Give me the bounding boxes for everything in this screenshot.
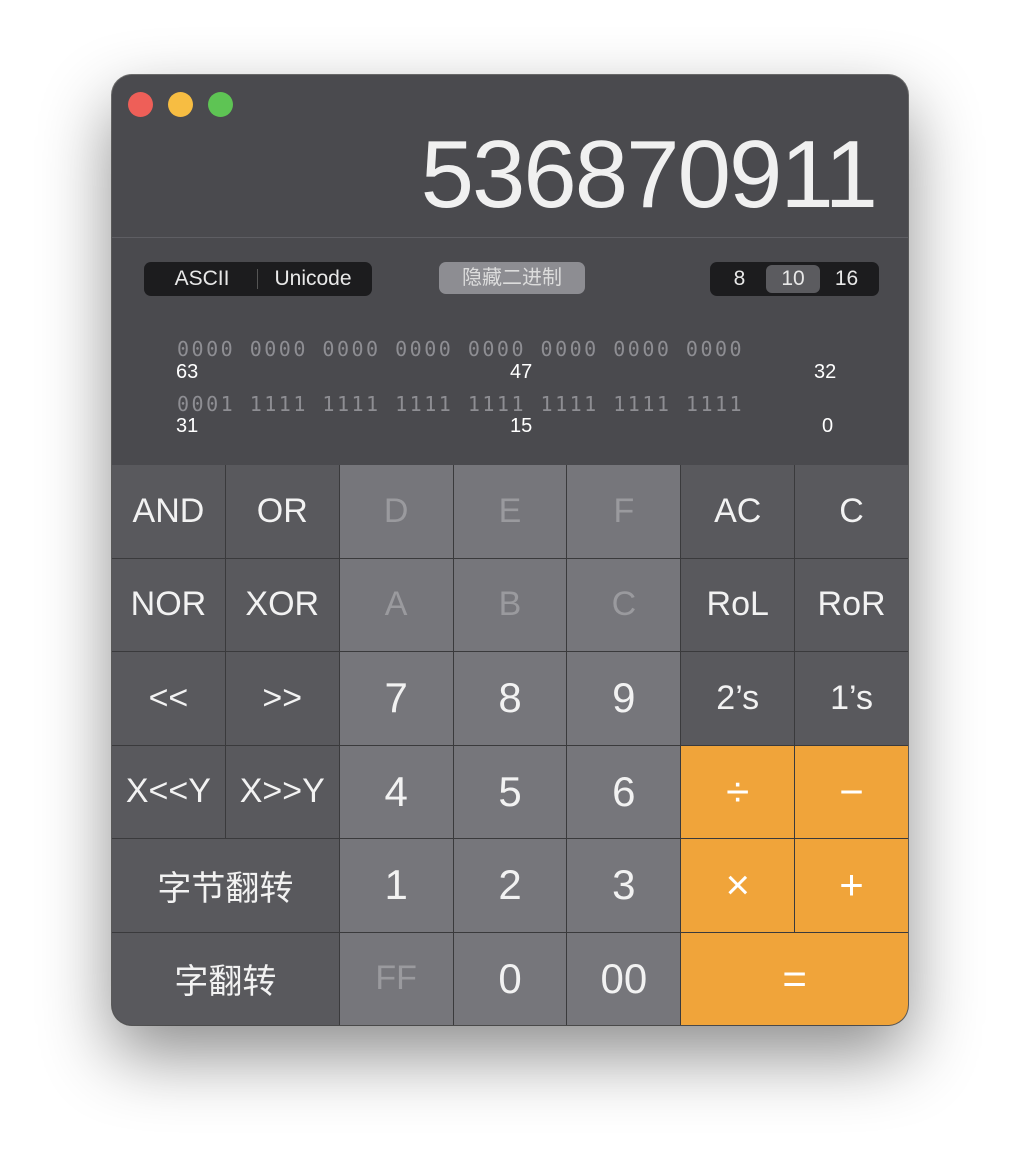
minimize-window-button[interactable] [168, 92, 193, 117]
nor-key[interactable]: NOR [112, 558, 225, 651]
base-10-option[interactable]: 10 [766, 265, 820, 293]
binary-row-low[interactable]: 0001 1111 1111 1111 1111 1111 1111 1111 [177, 392, 744, 416]
bit-label-47: 47 [510, 361, 533, 383]
digit-3-key[interactable]: 3 [567, 839, 681, 932]
ascii-option[interactable]: ASCII [147, 265, 257, 293]
double-zero-key[interactable]: 00 [567, 932, 681, 1025]
digit-7-key[interactable]: 7 [339, 652, 453, 745]
base-8-option[interactable]: 8 [713, 265, 766, 293]
shift-right-key[interactable]: >> [225, 652, 339, 745]
all-clear-key[interactable]: AC [681, 465, 795, 558]
digit-0-key[interactable]: 0 [453, 932, 567, 1025]
base-16-option[interactable]: 16 [820, 265, 873, 293]
word-flip-key[interactable]: 字翻转 [112, 932, 339, 1025]
hex-e-key[interactable]: E [453, 465, 567, 558]
bit-label-0: 0 [822, 415, 834, 437]
close-window-button[interactable] [128, 92, 153, 117]
display-divider [112, 237, 908, 238]
hex-d-key[interactable]: D [339, 465, 453, 558]
rotate-right-key[interactable]: RoR [795, 558, 908, 651]
digit-1-key[interactable]: 1 [339, 839, 453, 932]
digit-2-key[interactable]: 2 [453, 839, 567, 932]
hide-binary-button[interactable]: 隐藏二进制 [439, 262, 585, 294]
shift-left-key[interactable]: << [112, 652, 225, 745]
keypad: AND OR D E F AC C NOR XOR A B C RoL RoR … [112, 465, 908, 1025]
calculator-window: 536870911 ASCII Unicode 隐藏二进制 8 10 16 00… [112, 75, 908, 1025]
binary-row-high[interactable]: 0000 0000 0000 0000 0000 0000 0000 0000 [177, 337, 744, 361]
base-segmented-control: 8 10 16 [710, 262, 879, 296]
digit-8-key[interactable]: 8 [453, 652, 567, 745]
bit-label-31: 31 [176, 415, 199, 437]
multiply-key[interactable]: × [681, 839, 795, 932]
divide-key[interactable]: ÷ [681, 745, 795, 838]
digit-5-key[interactable]: 5 [453, 745, 567, 838]
encoding-segmented-control: ASCII Unicode [144, 262, 372, 296]
twos-complement-key[interactable]: 2’s [681, 652, 795, 745]
digit-9-key[interactable]: 9 [567, 652, 681, 745]
maximize-window-button[interactable] [208, 92, 233, 117]
digit-4-key[interactable]: 4 [339, 745, 453, 838]
plus-key[interactable]: + [795, 839, 908, 932]
x-shift-right-y-key[interactable]: X>>Y [225, 745, 339, 838]
minus-key[interactable]: − [795, 745, 908, 838]
ones-complement-key[interactable]: 1’s [795, 652, 908, 745]
result-display: 536870911 [420, 121, 878, 228]
hex-b-key[interactable]: B [453, 558, 567, 651]
hex-f-key[interactable]: F [567, 465, 681, 558]
clear-key[interactable]: C [795, 465, 908, 558]
equals-key[interactable]: = [681, 932, 908, 1025]
hex-c-key[interactable]: C [567, 558, 681, 651]
bit-label-32: 32 [814, 361, 837, 383]
byte-flip-key[interactable]: 字节翻转 [112, 839, 339, 932]
x-shift-left-y-key[interactable]: X<<Y [112, 745, 225, 838]
xor-key[interactable]: XOR [225, 558, 339, 651]
hex-ff-key[interactable]: FF [339, 932, 453, 1025]
bit-label-63: 63 [176, 361, 199, 383]
bit-label-15: 15 [510, 415, 533, 437]
hex-a-key[interactable]: A [339, 558, 453, 651]
or-key[interactable]: OR [225, 465, 339, 558]
and-key[interactable]: AND [112, 465, 225, 558]
rotate-left-key[interactable]: RoL [681, 558, 795, 651]
digit-6-key[interactable]: 6 [567, 745, 681, 838]
unicode-option[interactable]: Unicode [258, 265, 368, 293]
